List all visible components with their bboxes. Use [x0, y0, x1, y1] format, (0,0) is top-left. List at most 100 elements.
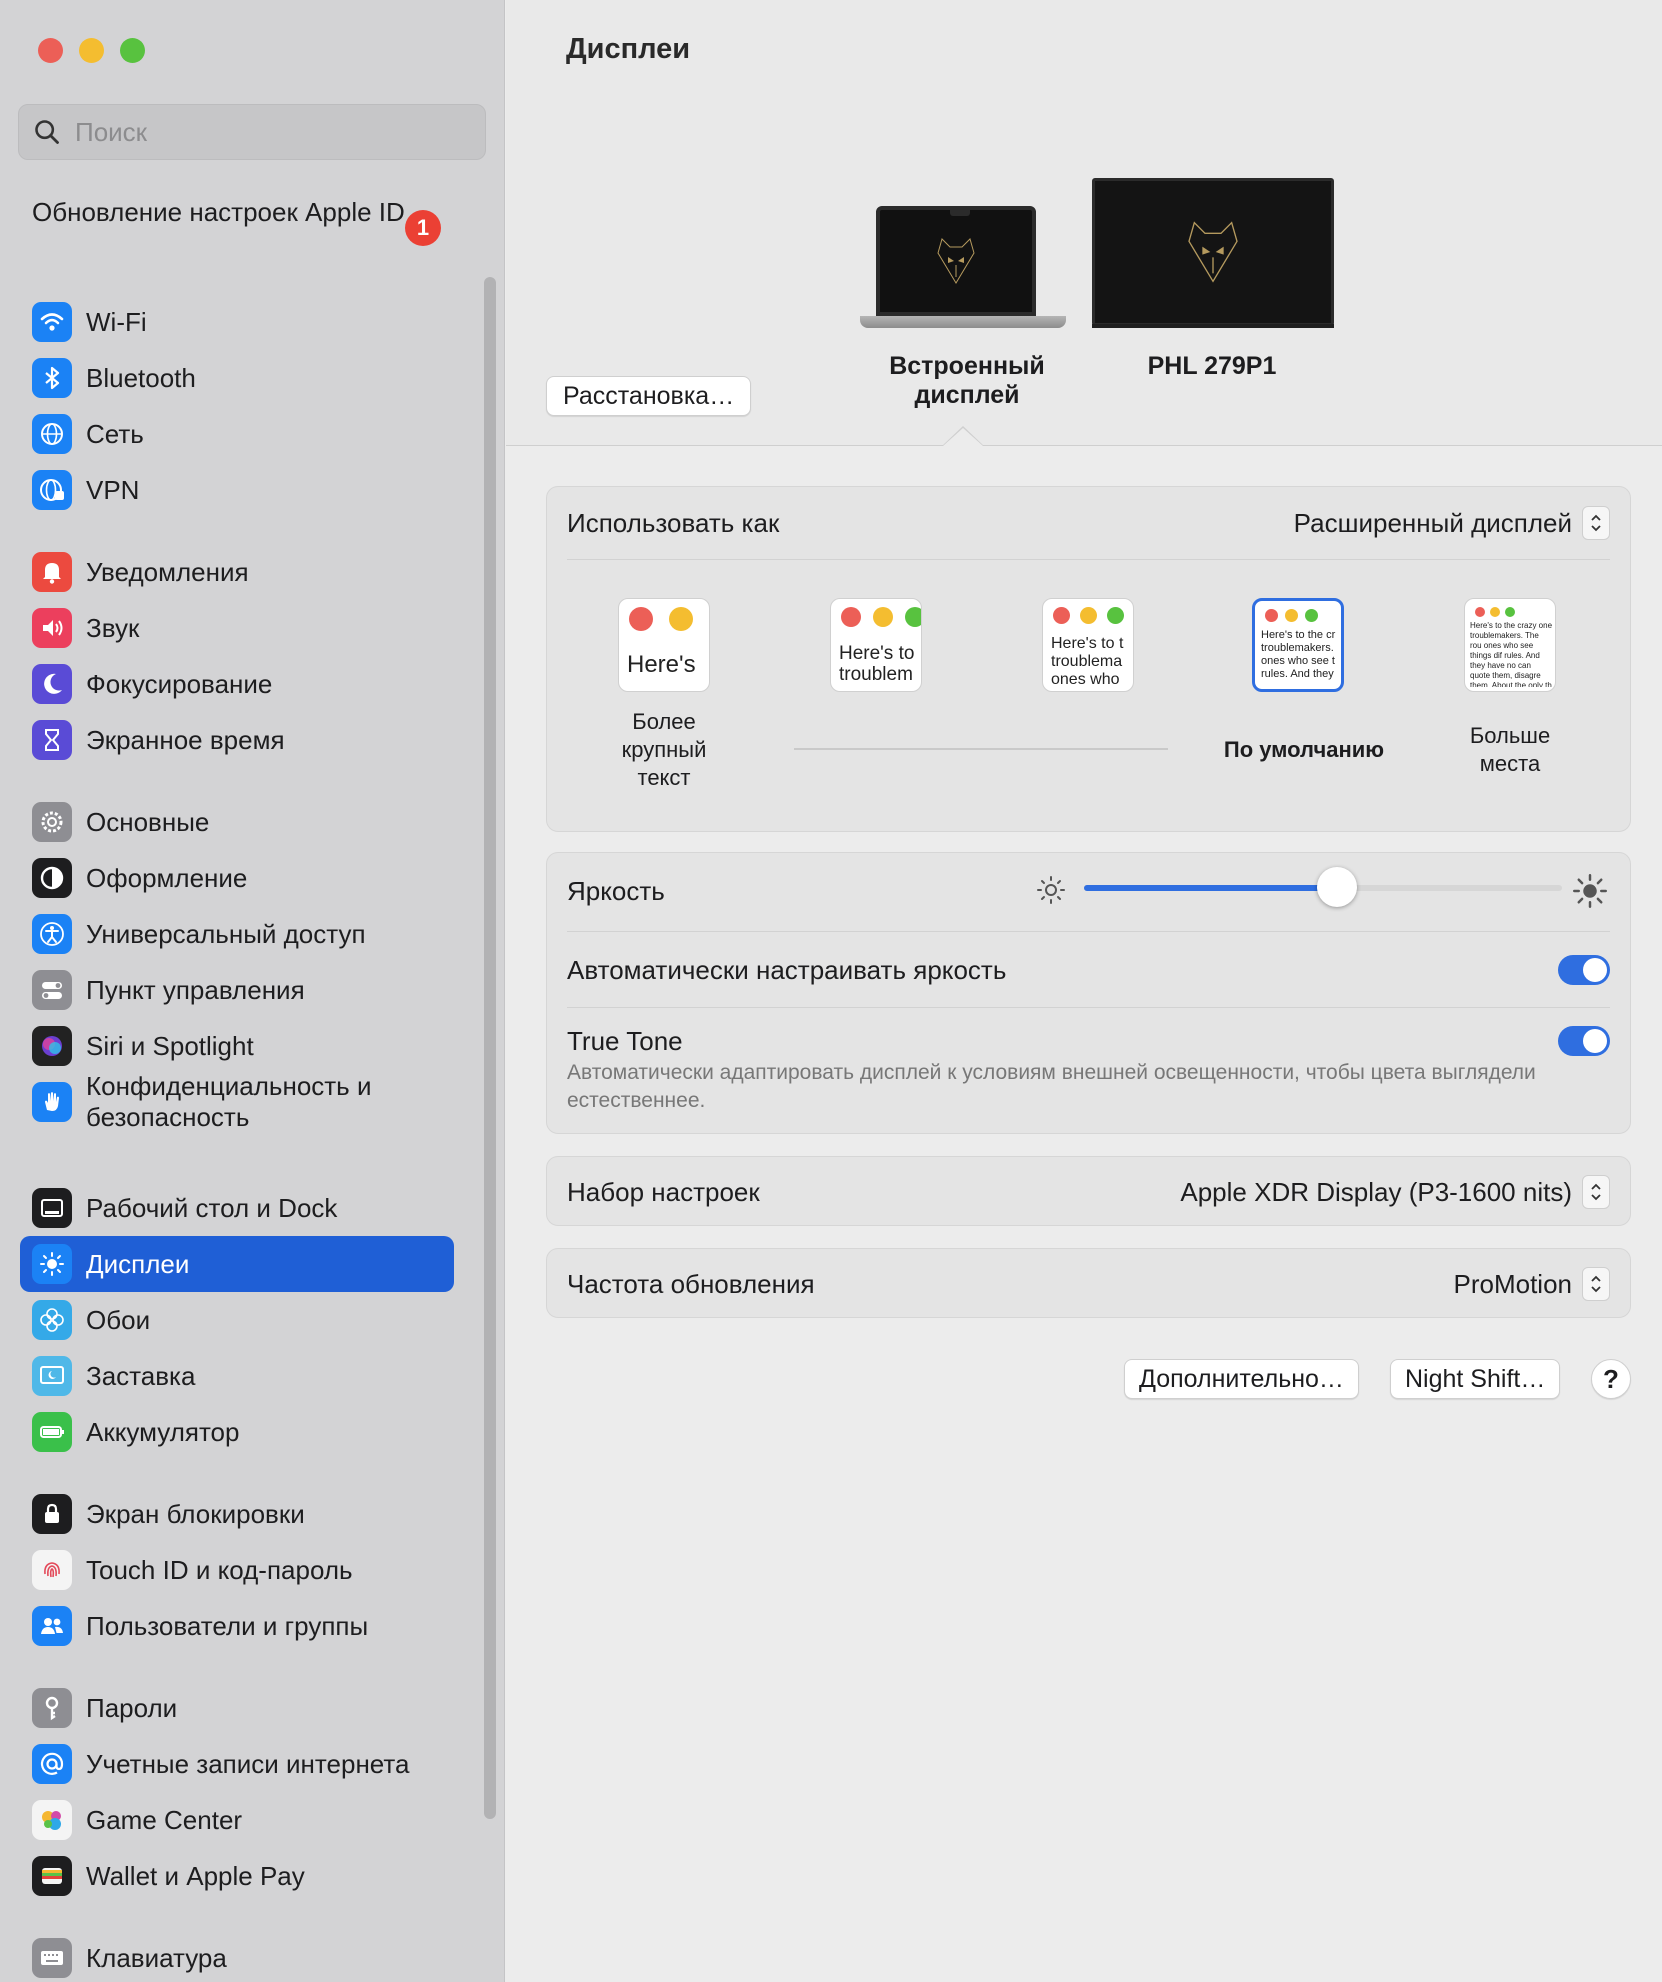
refresh-row: Частота обновления ProMotion	[567, 1249, 1610, 1319]
sidebar-item-label: Экран блокировки	[86, 1498, 305, 1529]
sidebar-item-bluetooth[interactable]: Bluetooth	[20, 350, 454, 406]
sidebar-item-hand[interactable]: Конфиденциальность и безопасность	[20, 1067, 454, 1137]
hourglass-icon	[32, 720, 72, 760]
auto-brightness-toggle[interactable]	[1558, 955, 1610, 985]
sidebar-item-control-center[interactable]: Пункт управления	[20, 962, 454, 1018]
flower-icon	[32, 1300, 72, 1340]
sidebar-item-sun[interactable]: Дисплеи	[20, 1236, 454, 1292]
help-button[interactable]: ?	[1591, 1359, 1631, 1399]
divider	[567, 931, 1610, 932]
sidebar-item-label: Аккумулятор	[86, 1416, 240, 1447]
external-display-label[interactable]: PHL 279P1	[1112, 352, 1312, 381]
arrange-button[interactable]: Расстановка…	[546, 376, 752, 416]
refresh-select[interactable]: ProMotion	[1454, 1267, 1610, 1301]
use-as-select[interactable]: Расширенный дисплей	[1294, 506, 1610, 540]
notch	[950, 210, 970, 216]
sidebar-item-fingerprint[interactable]: Touch ID и код-пароль	[20, 1542, 454, 1598]
sidebar-item-gear[interactable]: Основные	[20, 794, 454, 850]
sidebar-item-lock[interactable]: Экран блокировки	[20, 1486, 454, 1542]
sidebar-item-label: Wi-Fi	[86, 306, 147, 337]
resolution-label-more-space: Больше места	[1469, 723, 1551, 776]
preset-card: Набор настроек Apple XDR Display (P3-160…	[546, 1156, 1631, 1226]
sidebar-item-label: Touch ID и код-пароль	[86, 1554, 353, 1585]
sidebar-item-label: Bluetooth	[86, 362, 196, 393]
sidebar-item-appearance[interactable]: Оформление	[20, 850, 454, 906]
sidebar-item-label: Сеть	[86, 418, 144, 449]
true-tone-description: Автоматически адаптировать дисплей к усл…	[567, 1061, 1536, 1112]
sidebar-item-label: Game Center	[86, 1804, 243, 1835]
resolution-option-2[interactable]: Here's to troublem	[830, 598, 922, 692]
sidebar-item-users[interactable]: Пользователи и группы	[20, 1598, 454, 1654]
screensaver-icon	[32, 1356, 72, 1396]
sidebar-item-label: Звук	[86, 612, 140, 643]
external-display-thumbnail[interactable]	[1092, 178, 1334, 326]
advanced-button[interactable]: Дополнительно…	[1124, 1359, 1359, 1399]
gear-icon	[32, 802, 72, 842]
sidebar-item-wifi[interactable]: Wi-Fi	[20, 294, 454, 350]
brightness-card: Яркость Автоматически настраивать яркост…	[546, 852, 1631, 1134]
sidebar-item-label: Клавиатура	[86, 1942, 227, 1973]
siri-icon	[32, 1026, 72, 1066]
at-icon	[32, 1744, 72, 1784]
key-icon	[32, 1688, 72, 1728]
sidebar-item-label: Рабочий стол и Dock	[86, 1192, 338, 1223]
sidebar-item-battery[interactable]: Аккумулятор	[20, 1404, 454, 1460]
night-shift-button[interactable]: Night Shift…	[1390, 1359, 1561, 1399]
game-center-icon	[32, 1800, 72, 1840]
zoom-window-button[interactable]	[120, 38, 145, 63]
sidebar-item-moon[interactable]: Фокусирование	[20, 656, 454, 712]
users-icon	[32, 1606, 72, 1646]
resolution-option-larger-text[interactable]: Here's	[618, 598, 710, 692]
sidebar-item-hourglass[interactable]: Экранное время	[20, 712, 454, 768]
brightness-slider[interactable]	[1084, 867, 1562, 907]
sidebar-item-flower[interactable]: Обои	[20, 1292, 454, 1348]
sidebar-scrollbar[interactable]	[484, 277, 496, 1819]
sidebar-item-label: Пункт управления	[86, 974, 305, 1005]
lock-icon	[32, 1494, 72, 1534]
bell-icon	[32, 552, 72, 592]
sidebar-item-key[interactable]: Пароли	[20, 1680, 454, 1736]
resolution-option-more-space[interactable]: Here's to the crazy one troublemakers. T…	[1464, 598, 1556, 692]
accessibility-icon	[32, 914, 72, 954]
auto-brightness-row: Автоматически настраивать яркость	[567, 933, 1610, 1007]
sidebar-item-siri[interactable]: Siri и Spotlight	[20, 1018, 454, 1074]
search-field[interactable]	[18, 104, 486, 160]
sidebar-item-keyboard[interactable]: Клавиатура	[20, 1930, 454, 1982]
sidebar-item-game-center[interactable]: Game Center	[20, 1792, 454, 1848]
sidebar-item-label: Оформление	[86, 862, 248, 893]
resolution-label-larger-text: Более крупный текст	[621, 709, 707, 790]
display-arrangement-area: Дисплеи Расстановка… Встроенный дисплей …	[506, 0, 1662, 446]
resolution-option-default[interactable]: Here's to the cr troublemakers. ones who…	[1252, 598, 1344, 692]
chevron-updown-icon	[1582, 506, 1610, 540]
sidebar-item-label: Конфиденциальность и безопасность	[86, 1071, 372, 1132]
vpn-globe-icon	[32, 470, 72, 510]
true-tone-toggle[interactable]	[1558, 1026, 1610, 1056]
sidebar-item-speaker[interactable]: Звук	[20, 600, 454, 656]
wifi-icon	[32, 302, 72, 342]
resolution-scale-line	[794, 748, 1168, 750]
brightness-slider-fill	[1084, 885, 1338, 891]
sidebar-item-accessibility[interactable]: Универсальный доступ	[20, 906, 454, 962]
sidebar-item-globe[interactable]: Сеть	[20, 406, 454, 462]
dock-icon	[32, 1188, 72, 1228]
minimize-window-button[interactable]	[79, 38, 104, 63]
close-window-button[interactable]	[38, 38, 63, 63]
sun-icon	[32, 1244, 72, 1284]
sidebar-item-bell[interactable]: Уведомления	[20, 544, 454, 600]
control-center-icon	[32, 970, 72, 1010]
resolution-option-3[interactable]: Here's to t troublema ones who	[1042, 598, 1134, 692]
resolution-preview-text: Here's	[627, 651, 696, 678]
refresh-card: Частота обновления ProMotion	[546, 1248, 1631, 1318]
sidebar-item-at[interactable]: Учетные записи интернета	[20, 1736, 454, 1792]
sidebar-item-wallet[interactable]: Wallet и Apple Pay	[20, 1848, 454, 1904]
resolution-preview-text: Here's to the crazy one troublemakers. T…	[1470, 621, 1552, 687]
preset-select[interactable]: Apple XDR Display (P3-1600 nits)	[1180, 1175, 1610, 1209]
search-input[interactable]	[75, 116, 455, 148]
sidebar-item-screensaver[interactable]: Заставка	[20, 1348, 454, 1404]
divider	[567, 1007, 1610, 1008]
sidebar-item-dock[interactable]: Рабочий стол и Dock	[20, 1180, 454, 1236]
sidebar-item-vpn-globe[interactable]: VPN	[20, 462, 454, 518]
apple-id-update[interactable]: Обновление настроек Apple ID	[32, 196, 452, 228]
sidebar-item-label: Пользователи и группы	[86, 1610, 369, 1641]
builtin-display-label[interactable]: Встроенный дисплей	[862, 352, 1072, 410]
